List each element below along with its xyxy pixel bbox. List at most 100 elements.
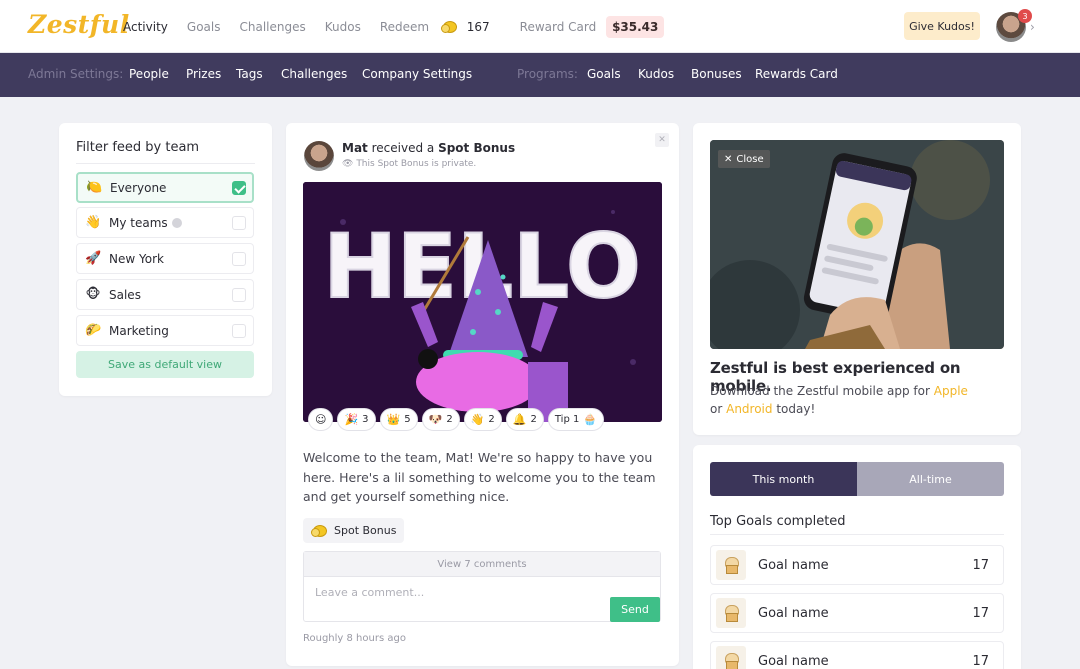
program-link-bonuses[interactable]: Bonuses — [691, 67, 742, 81]
nav-challenges[interactable]: Challenges — [239, 20, 305, 34]
goal-name: Goal name — [758, 557, 829, 573]
reaction-count: 2 — [488, 414, 495, 425]
goal-count: 17 — [972, 653, 989, 669]
close-label: Close — [736, 153, 764, 165]
filter-feed-card: Filter feed by team 🍋 Everyone 👋 My team… — [59, 123, 272, 396]
rocket-icon: 🚀 — [85, 251, 102, 266]
main-nav: Activity Goals Challenges Kudos Redeem 1… — [123, 0, 683, 53]
phone-in-hand-photo: ✕ Close — [710, 140, 1004, 349]
post-author[interactable]: Mat — [342, 141, 368, 155]
admin-link-people[interactable]: People — [129, 67, 169, 81]
nav-activity[interactable]: Activity — [123, 20, 168, 34]
team-filter-sales[interactable]: 🐵 Sales — [76, 279, 254, 310]
leaderboard-row[interactable]: Goal name 17 — [710, 545, 1004, 585]
reaction-count: 2 — [530, 414, 537, 425]
save-default-view-button[interactable]: Save as default view — [76, 351, 254, 378]
period-toggle: This month All-time — [710, 462, 1004, 496]
promo-or: or — [710, 402, 723, 416]
filter-title: Filter feed by team — [76, 140, 200, 155]
team-name: Sales — [109, 287, 141, 302]
cupcake-icon — [716, 598, 746, 628]
program-link-goals[interactable]: Goals — [587, 67, 621, 81]
team-filter-marketing[interactable]: 🌮 Marketing — [76, 315, 254, 346]
reaction-wave[interactable]: 👋 2 — [463, 408, 502, 431]
nav-kudos[interactable]: Kudos — [325, 20, 361, 34]
admin-settings-bar: Admin Settings: People Prizes Tags Chall… — [0, 53, 1080, 97]
privacy-text: This Spot Bonus is private. — [356, 159, 477, 169]
reaction-dog[interactable]: 🐶 2 — [421, 408, 460, 431]
tip-label: Tip 1 — [554, 414, 580, 425]
admin-link-tags[interactable]: Tags — [236, 67, 263, 81]
give-kudos-button[interactable]: Give Kudos! — [904, 12, 980, 40]
tab-all-time[interactable]: All-time — [857, 462, 1004, 496]
goal-name: Goal name — [758, 653, 829, 669]
admin-link-challenges[interactable]: Challenges — [281, 67, 347, 81]
admin-settings-label: Admin Settings: — [28, 67, 124, 81]
waving-hand-icon: 👋 — [470, 413, 485, 426]
promo-text-after: today! — [776, 402, 816, 416]
phone-illustration — [710, 140, 1004, 349]
programs-label: Programs: — [517, 67, 578, 81]
admin-link-prizes[interactable]: Prizes — [186, 67, 221, 81]
comment-input[interactable] — [315, 586, 595, 599]
team-checkbox[interactable] — [232, 181, 246, 195]
nav-reward-card[interactable]: Reward Card $35.43 — [519, 15, 665, 38]
close-icon[interactable]: ✕ — [655, 133, 669, 147]
lemon-coin-icon — [311, 524, 327, 537]
smiley-icon: ☺ — [315, 413, 327, 426]
post-timestamp: Roughly 8 hours ago — [303, 633, 406, 644]
add-reaction-button[interactable]: ☺ — [308, 408, 334, 431]
zestful-logo[interactable]: Zestful — [28, 10, 130, 39]
team-filter-new-york[interactable]: 🚀 New York — [76, 243, 254, 274]
crown-icon: 👑 — [386, 413, 401, 426]
mobile-app-promo-card: ✕ Close Zestful is best experienced on m… — [693, 123, 1021, 435]
post-author-avatar[interactable] — [304, 141, 334, 171]
post-header: Mat received a Spot Bonus — [342, 141, 515, 155]
send-comment-button[interactable]: Send — [610, 597, 660, 622]
close-icon: ✕ — [724, 153, 733, 165]
admin-link-company-settings[interactable]: Company Settings — [362, 67, 472, 81]
promo-text: Download the Zestful mobile app for Appl… — [710, 382, 1010, 418]
lemon-coin-icon — [440, 21, 457, 33]
feed-post-card: Mat received a Spot Bonus 👁 This Spot Bo… — [286, 123, 679, 666]
android-link[interactable]: Android — [726, 402, 772, 416]
reaction-bell[interactable]: 🔔 2 — [505, 408, 544, 431]
tab-this-month[interactable]: This month — [710, 462, 857, 496]
reactions-bar: ☺ 🎉 3 👑 5 🐶 2 👋 2 🔔 2 Tip 1 🧁 — [308, 408, 608, 432]
team-checkbox[interactable] — [232, 324, 246, 338]
monkey-icon: 🐵 — [85, 287, 101, 302]
goal-count: 17 — [972, 605, 989, 621]
chevron-right-icon[interactable]: › — [1030, 20, 1035, 34]
cupcake-icon — [716, 550, 746, 580]
nav-goals[interactable]: Goals — [187, 20, 221, 34]
reward-card-amount: $35.43 — [606, 15, 665, 38]
nav-redeem-label: Redeem — [379, 19, 430, 34]
leaderboard-title: Top Goals completed — [710, 514, 846, 529]
reward-card-label: Reward Card — [519, 19, 597, 34]
reaction-crown[interactable]: 👑 5 — [379, 408, 418, 431]
post-action: received a — [371, 141, 435, 155]
view-comments-link[interactable]: View 7 comments — [304, 552, 660, 577]
tip-button[interactable]: Tip 1 🧁 — [547, 408, 605, 431]
program-link-kudos[interactable]: Kudos — [638, 67, 674, 81]
goal-count: 17 — [972, 557, 989, 573]
leaderboard-row[interactable]: Goal name 17 — [710, 641, 1004, 669]
reaction-count: 5 — [404, 414, 411, 425]
apple-link[interactable]: Apple — [934, 384, 968, 398]
team-filter-everyone[interactable]: 🍋 Everyone — [76, 172, 254, 203]
program-link-rewards-card[interactable]: Rewards Card — [755, 67, 838, 81]
comments-box: View 7 comments Send — [303, 551, 661, 622]
nav-redeem[interactable]: Redeem 167 — [380, 20, 490, 34]
reaction-party[interactable]: 🎉 3 — [337, 408, 376, 431]
info-icon[interactable] — [171, 217, 182, 228]
team-checkbox[interactable] — [232, 288, 246, 302]
close-promo-button[interactable]: ✕ Close — [718, 150, 770, 168]
team-checkbox[interactable] — [232, 252, 246, 266]
eye-icon: 👁 — [342, 159, 354, 169]
hello-illustration: HELLO — [303, 182, 662, 422]
reaction-count: 2 — [446, 414, 453, 425]
team-filter-my-teams[interactable]: 👋 My teams — [76, 207, 254, 238]
team-checkbox[interactable] — [232, 216, 246, 230]
spot-bonus-tag[interactable]: Spot Bonus — [303, 518, 405, 543]
leaderboard-row[interactable]: Goal name 17 — [710, 593, 1004, 633]
